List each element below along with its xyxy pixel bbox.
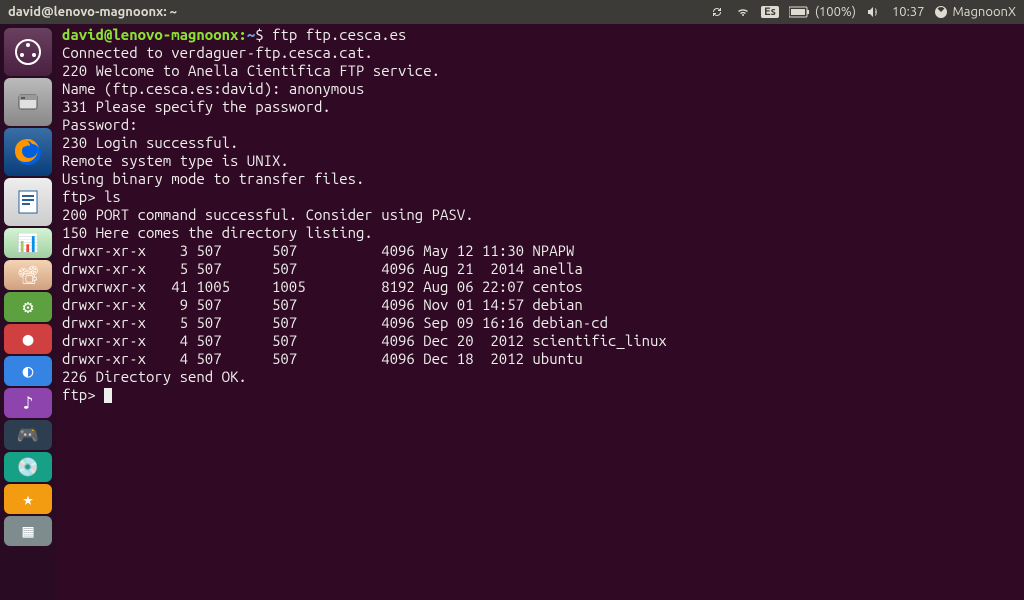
keyboard-indicator[interactable]: Es <box>761 6 779 18</box>
top-menubar: david@lenovo-magnoonx: ~ Es (100%) 10:37… <box>0 0 1024 24</box>
wifi-icon[interactable] <box>735 4 751 20</box>
app-icon-4[interactable]: ♪ <box>4 388 52 418</box>
output-line: 220 Welcome to Anella Cientifica FTP ser… <box>62 62 440 79</box>
app-icon-1[interactable]: ⚙ <box>4 292 52 322</box>
listing-row: drwxr-xr-x 3 507 507 4096 May 12 11:30 N… <box>62 242 574 259</box>
app-icon-2[interactable]: ● <box>4 324 52 354</box>
files-icon[interactable] <box>4 78 52 126</box>
app-icon-6[interactable]: 💿 <box>4 452 52 482</box>
listing-row: drwxr-xr-x 5 507 507 4096 Aug 21 2014 an… <box>62 260 583 277</box>
ftp-prompt: ftp> <box>62 386 104 403</box>
terminal-window[interactable]: david@lenovo-magnoonx:~$ ftp ftp.cesca.e… <box>56 24 1024 600</box>
output-line: Using binary mode to transfer files. <box>62 170 364 187</box>
dash-icon[interactable] <box>4 28 52 76</box>
output-line: 331 Please specify the password. <box>62 98 331 115</box>
output-line: 150 Here comes the directory listing. <box>62 224 373 241</box>
impress-icon[interactable]: 📽 <box>4 260 52 290</box>
listing-row: drwxr-xr-x 4 507 507 4096 Dec 20 2012 sc… <box>62 332 667 349</box>
output-line: 226 Directory send OK. <box>62 368 247 385</box>
app-icon-3[interactable]: ◐ <box>4 356 52 386</box>
volume-icon[interactable] <box>866 4 882 20</box>
session-menu[interactable]: MagnoonX <box>934 5 1016 19</box>
output-line: Name (ftp.cesca.es:david): anonymous <box>62 80 364 97</box>
app-icon-8[interactable]: ▦ <box>4 516 52 546</box>
battery-text: (100%) <box>815 5 856 19</box>
output-line: 200 PORT command successful. Consider us… <box>62 206 474 223</box>
window-title: david@lenovo-magnoonx: ~ <box>8 5 177 19</box>
output-line: 230 Login successful. <box>62 134 238 151</box>
prompt-path: ~ <box>247 26 255 43</box>
output-line: Password: <box>62 116 138 133</box>
output-line: Remote system type is UNIX. <box>62 152 289 169</box>
sync-icon[interactable] <box>709 4 725 20</box>
cursor <box>104 388 112 403</box>
app-icon-7[interactable]: ★ <box>4 484 52 514</box>
listing-row: drwxr-xr-x 4 507 507 4096 Dec 18 2012 ub… <box>62 350 583 367</box>
battery-indicator[interactable]: (100%) <box>789 5 856 19</box>
command-1: ftp ftp.cesca.es <box>272 26 406 43</box>
listing-row: drwxr-xr-x 5 507 507 4096 Sep 09 16:16 d… <box>62 314 608 331</box>
command-ls: ls <box>104 188 121 205</box>
firefox-icon[interactable] <box>4 128 52 176</box>
output-line: Connected to verdaguer-ftp.cesca.cat. <box>62 44 373 61</box>
prompt-user: david@lenovo-magnoonx <box>62 26 238 43</box>
ftp-prompt: ftp> <box>62 188 104 205</box>
writer-icon[interactable] <box>4 178 52 226</box>
app-icon-5[interactable]: 🎮 <box>4 420 52 450</box>
calc-icon[interactable]: 📊 <box>4 228 52 258</box>
listing-row: drwxrwxr-x 41 1005 1005 8192 Aug 06 22:0… <box>62 278 583 295</box>
listing-row: drwxr-xr-x 9 507 507 4096 Nov 01 14:57 d… <box>62 296 583 313</box>
unity-launcher: 📊 📽 ⚙ ● ◐ ♪ 🎮 💿 ★ ▦ <box>0 24 56 600</box>
clock[interactable]: 10:37 <box>892 5 925 19</box>
